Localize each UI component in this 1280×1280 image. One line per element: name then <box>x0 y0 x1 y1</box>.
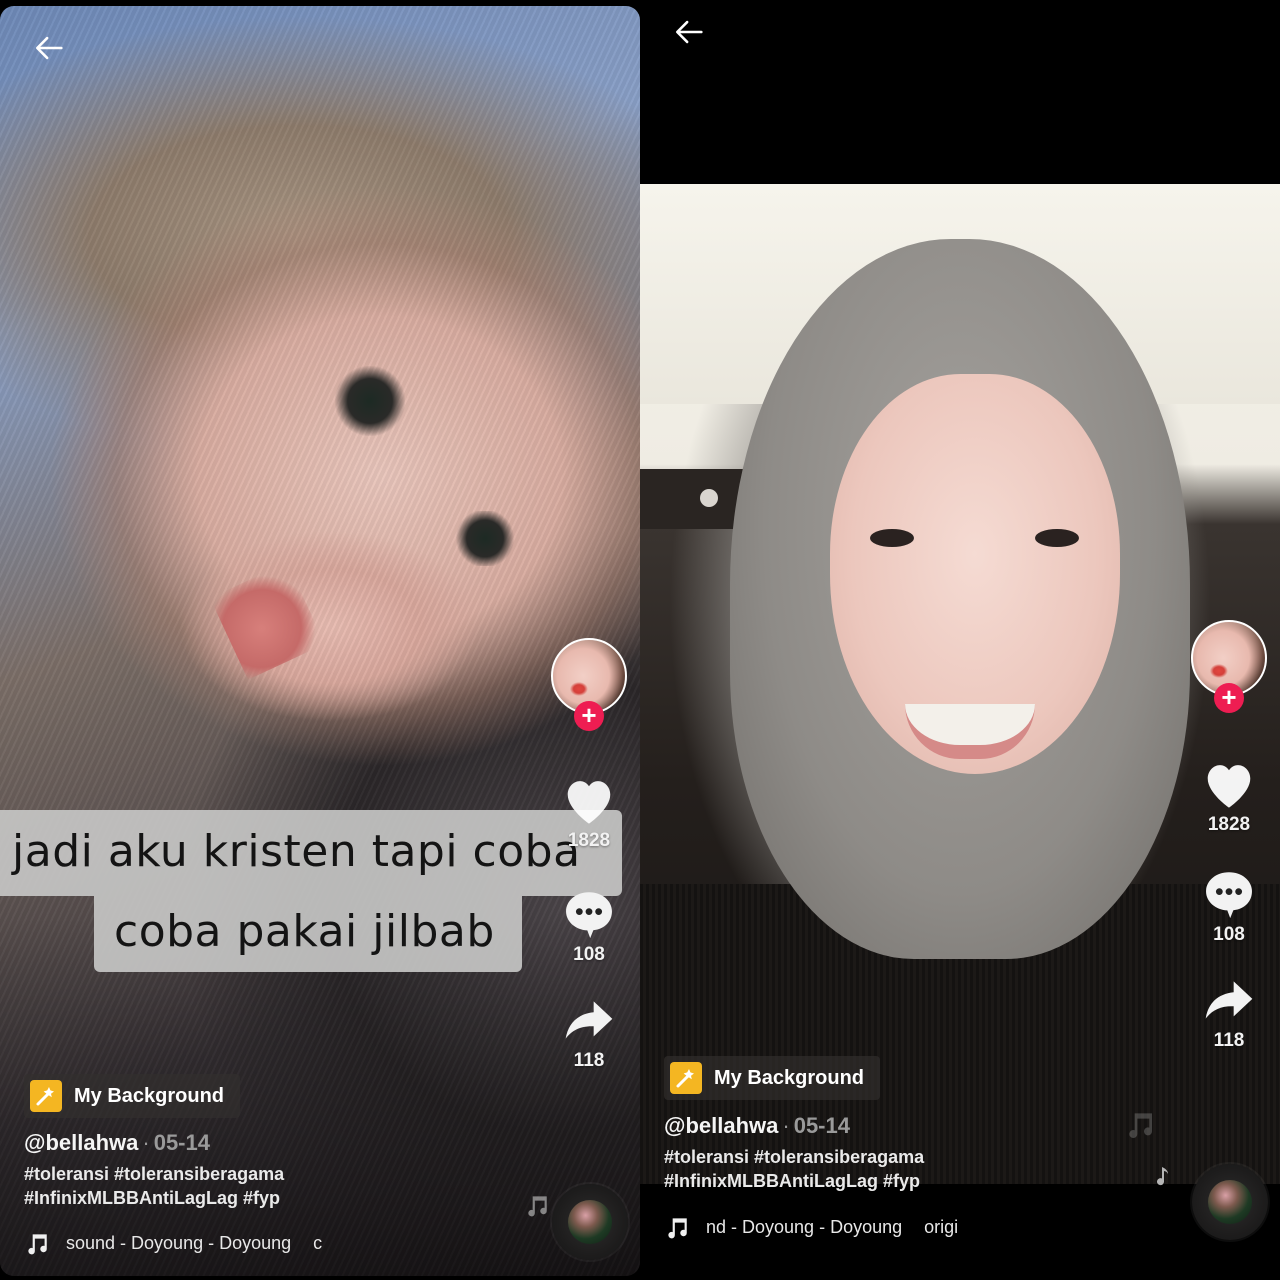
plus-icon: + <box>1221 682 1237 712</box>
sound-title-continued: c <box>313 1232 323 1253</box>
sound-title: sound - Doyoung - Doyoung <box>66 1232 292 1253</box>
sound-cover-art <box>1208 1180 1252 1224</box>
comment-button[interactable]: 108 <box>558 886 620 966</box>
effect-chip[interactable]: My Background <box>664 1056 881 1100</box>
video-panel-right: + 1828 108 118 My Background @bellahwa· <box>640 0 1280 1280</box>
video-frame-detail <box>870 529 914 547</box>
sound-cover-art <box>568 1200 612 1244</box>
hashtags-line[interactable]: #InfinixMLBBAntiLagLag #fyp <box>664 1169 924 1193</box>
heart-icon <box>1198 756 1260 812</box>
arrow-left-icon <box>675 20 703 44</box>
letterbox-top <box>640 0 1280 184</box>
hashtags-line[interactable]: #InfinixMLBBAntiLagLag #fyp <box>24 1186 284 1210</box>
magic-wand-icon <box>670 1062 702 1094</box>
video-description: #toleransi #toleransiberagama #InfinixML… <box>24 1162 284 1210</box>
share-count: 118 <box>1213 1030 1245 1051</box>
post-date: 05-14 <box>793 1113 850 1138</box>
back-button[interactable] <box>670 12 710 52</box>
separator: · <box>142 1130 150 1155</box>
action-column: + 1828 108 118 <box>1187 620 1271 1052</box>
effect-chip[interactable]: My Background <box>24 1074 241 1118</box>
hashtags-line[interactable]: #toleransi #toleransiberagama <box>664 1145 924 1169</box>
video-player[interactable] <box>640 184 1280 1184</box>
share-arrow-icon <box>558 992 620 1048</box>
sound-link[interactable]: sound - Doyoung - Doyoung c <box>24 1230 322 1256</box>
comment-count: 108 <box>573 944 605 965</box>
video-panel-left: jadi aku kristen tapi coba coba pakai ji… <box>0 0 640 1280</box>
arrow-left-icon <box>35 36 63 60</box>
comment-button[interactable]: 108 <box>1198 866 1260 946</box>
like-button[interactable]: 1828 <box>1198 756 1260 836</box>
music-note-icon <box>28 1234 47 1255</box>
video-frame-detail <box>455 511 515 566</box>
hashtags-line[interactable]: #toleransi #toleransiberagama <box>24 1162 284 1186</box>
username-link[interactable]: @bellahwa <box>24 1130 138 1155</box>
caption-overlay-line-2: coba pakai jilbab <box>94 896 522 972</box>
creator-avatar-button[interactable]: + <box>1190 620 1268 713</box>
share-button[interactable]: 118 <box>558 992 620 1072</box>
back-button[interactable] <box>30 28 70 68</box>
follow-button[interactable]: + <box>1214 683 1244 713</box>
video-frame-detail <box>335 366 405 436</box>
video-frame-detail <box>700 489 718 507</box>
sound-title-continued: origi <box>924 1216 959 1237</box>
effect-label: My Background <box>74 1084 225 1107</box>
sound-disc-button[interactable] <box>552 1184 628 1260</box>
effect-label: My Background <box>714 1066 865 1089</box>
sound-disc-button[interactable] <box>1192 1164 1268 1240</box>
video-frame-detail <box>1035 529 1079 547</box>
comment-count: 108 <box>1213 924 1245 945</box>
share-arrow-icon <box>1198 972 1260 1028</box>
comment-bubble-icon <box>1198 866 1260 922</box>
floating-music-note-icon <box>1157 1167 1169 1186</box>
follow-button[interactable]: + <box>574 701 604 731</box>
username-link[interactable]: @bellahwa <box>664 1113 778 1138</box>
sound-title: nd - Doyoung - Doyoung <box>706 1216 903 1237</box>
share-button[interactable]: 118 <box>1198 972 1260 1052</box>
magic-wand-icon <box>30 1080 62 1112</box>
plus-icon: + <box>581 700 597 730</box>
music-note-icon <box>668 1218 687 1239</box>
creator-avatar-button[interactable]: + <box>550 638 628 731</box>
floating-music-note-icon <box>1129 1113 1153 1139</box>
like-button[interactable]: 1828 <box>558 772 620 852</box>
share-count: 118 <box>573 1050 605 1071</box>
sound-link[interactable]: nd - Doyoung - Doyoung origi <box>664 1214 958 1240</box>
like-count: 1828 <box>567 830 611 851</box>
caption-overlay-line-1: jadi aku kristen tapi coba <box>0 810 622 896</box>
floating-music-note-icon <box>528 1196 547 1217</box>
author-line: @bellahwa · 05-14 <box>664 1113 850 1139</box>
post-date: 05-14 <box>153 1130 210 1155</box>
author-line: @bellahwa · 05-14 <box>24 1130 210 1156</box>
video-description: #toleransi #toleransiberagama #InfinixML… <box>664 1145 924 1193</box>
heart-icon <box>558 772 620 828</box>
comment-bubble-icon <box>558 886 620 942</box>
separator: · <box>782 1113 790 1138</box>
action-column: + 1828 108 118 <box>547 638 631 1072</box>
like-count: 1828 <box>1207 814 1251 835</box>
